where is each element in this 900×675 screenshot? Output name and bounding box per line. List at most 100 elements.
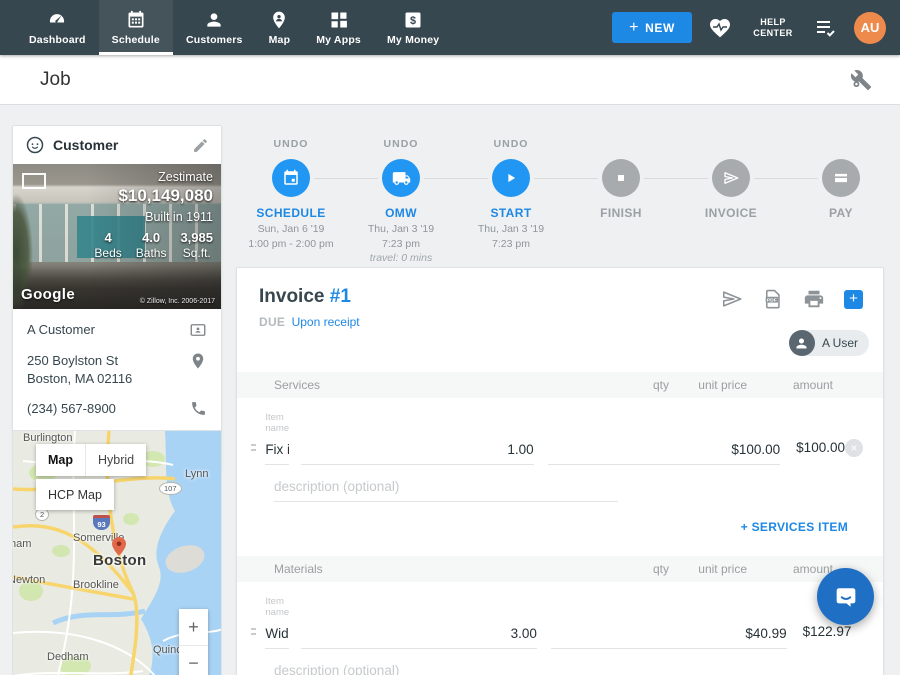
line-amount: $122.97 xyxy=(803,624,852,649)
route-107-shield: 107 xyxy=(159,482,182,495)
hcp-map-button[interactable]: HCP Map xyxy=(36,479,114,510)
sqft-label: Sq.ft. xyxy=(180,246,213,260)
unit-price-column-header: unit price xyxy=(683,562,747,576)
map-type-buttons: Map Hybrid xyxy=(36,444,146,476)
timeline-step-omw: UNDO OMW Thu, Jan 3 '197:23 pmtravel: 0 … xyxy=(346,138,456,266)
chat-fab-button[interactable] xyxy=(817,568,874,625)
map-type-map-button[interactable]: Map xyxy=(36,444,85,476)
finish-step-button[interactable] xyxy=(602,159,640,197)
page-title: Job xyxy=(40,69,71,91)
nav-item-my-apps[interactable]: My Apps xyxy=(303,0,374,55)
section-title: Services xyxy=(274,378,605,392)
timeline-step-schedule: UNDO SCHEDULE Sun, Jan 6 '191:00 pm - 2:… xyxy=(236,138,346,266)
send-invoice-icon[interactable] xyxy=(721,288,743,310)
contact-card-icon[interactable] xyxy=(189,321,207,339)
nav-item-label: Customers xyxy=(186,34,243,46)
main-content: Customer Zestimate $10,149,080 Built in … xyxy=(0,105,900,675)
nav-item-dashboard[interactable]: Dashboard xyxy=(16,0,99,55)
omw-step-button[interactable] xyxy=(382,159,420,197)
nav-item-my-money[interactable]: $ My Money xyxy=(374,0,452,55)
plus-icon: + xyxy=(629,19,639,37)
customer-name-row: A Customer xyxy=(27,321,207,339)
assignee-avatar-icon xyxy=(789,330,815,356)
phone-icon[interactable] xyxy=(190,400,207,417)
step-label: OMW xyxy=(385,206,417,220)
chat-bubble-icon xyxy=(832,583,860,611)
add-invoice-button[interactable]: + xyxy=(844,290,863,309)
task-list-icon[interactable] xyxy=(814,16,838,40)
invoice-number[interactable]: #1 xyxy=(330,286,351,307)
edit-pencil-icon[interactable] xyxy=(192,137,209,154)
streetview-icon[interactable] xyxy=(22,173,46,189)
nav-item-map[interactable]: Map xyxy=(256,0,304,55)
new-button[interactable]: + NEW xyxy=(612,12,692,43)
credit-card-icon xyxy=(832,169,850,187)
schedule-step-button[interactable] xyxy=(272,159,310,197)
add-services-item-link[interactable]: + SERVICES ITEM xyxy=(741,520,848,534)
map-widget[interactable]: Burlington Lynn 107 2 93 Somerville ham … xyxy=(12,430,222,675)
calendar-icon xyxy=(282,169,300,187)
customer-address: 250 Boylston StBoston, MA 02116 xyxy=(27,352,132,387)
map-label-boston: Boston xyxy=(93,552,146,569)
help-center-link[interactable]: HELP CENTER xyxy=(748,17,798,39)
top-nav: Dashboard Schedule Customers Map My Apps… xyxy=(0,0,900,55)
person-pin-icon xyxy=(269,10,289,30)
beds-label: Beds xyxy=(94,246,121,260)
nav-item-label: Schedule xyxy=(112,34,160,46)
customer-info: A Customer 250 Boylston StBoston, MA 021… xyxy=(13,309,221,432)
step-label: PAY xyxy=(829,206,853,220)
amount-column-header: amount xyxy=(763,562,833,576)
svg-text:$: $ xyxy=(410,15,416,27)
unit-price-input[interactable] xyxy=(548,434,781,465)
health-heart-icon[interactable] xyxy=(708,16,732,40)
nav-item-schedule[interactable]: Schedule xyxy=(99,0,173,55)
remove-item-button[interactable]: × xyxy=(845,439,863,465)
timeline-step-finish: FINISH xyxy=(566,138,676,266)
baths-value: 4.0 xyxy=(136,230,167,245)
services-section-header: Services qty unit price amount xyxy=(237,372,883,398)
nav-items: Dashboard Schedule Customers Map My Apps… xyxy=(0,0,452,55)
description-input[interactable] xyxy=(274,655,618,675)
invoice-title: Invoice #1 xyxy=(259,286,351,308)
nav-item-label: My Money xyxy=(387,34,439,46)
user-avatar[interactable]: AU xyxy=(854,12,886,44)
undo-link[interactable]: UNDO xyxy=(384,138,419,151)
due-value-link[interactable]: Upon receipt xyxy=(292,315,360,329)
property-photo: Zestimate $10,149,080 Built in 1911 4Bed… xyxy=(13,164,221,309)
customer-address-row: 250 Boylston StBoston, MA 02116 xyxy=(27,352,207,387)
location-pin-icon[interactable] xyxy=(189,352,207,370)
qty-input[interactable] xyxy=(301,434,534,465)
undo-link[interactable]: UNDO xyxy=(494,138,529,151)
item-name-input[interactable] xyxy=(265,618,289,649)
qty-input[interactable] xyxy=(301,618,537,649)
description-input[interactable] xyxy=(274,471,618,502)
drag-handle[interactable] xyxy=(251,625,256,635)
assignee-chip[interactable]: A User xyxy=(789,330,869,356)
map-label-dedham: Dedham xyxy=(47,651,89,663)
drag-handle[interactable] xyxy=(251,441,256,451)
invoice-actions: PDF + xyxy=(721,288,863,310)
unit-price-input[interactable] xyxy=(551,618,787,649)
nav-item-customers[interactable]: Customers xyxy=(173,0,256,55)
job-tools-icon[interactable] xyxy=(850,69,872,91)
invoice-step-button[interactable] xyxy=(712,159,750,197)
pay-step-button[interactable] xyxy=(822,159,860,197)
timeline-step-invoice: INVOICE xyxy=(676,138,786,266)
material-line-item: Item name $122.97 xyxy=(237,582,883,675)
zoom-in-button[interactable]: + xyxy=(179,609,208,645)
play-icon xyxy=(502,169,520,187)
print-icon[interactable] xyxy=(803,288,825,310)
nav-item-label: My Apps xyxy=(316,34,361,46)
grid-icon xyxy=(329,10,349,30)
pdf-icon[interactable]: PDF xyxy=(762,288,784,310)
item-name-input[interactable] xyxy=(265,434,289,465)
map-type-hybrid-button[interactable]: Hybrid xyxy=(85,444,146,476)
start-step-button[interactable] xyxy=(492,159,530,197)
new-button-label: NEW xyxy=(645,21,675,35)
step-label: SCHEDULE xyxy=(256,206,325,220)
materials-section-header: Materials qty unit price amount xyxy=(237,556,883,582)
zoom-out-button[interactable]: − xyxy=(179,645,208,675)
step-label: INVOICE xyxy=(705,206,757,220)
qty-column-header: qty xyxy=(605,378,669,392)
undo-link[interactable]: UNDO xyxy=(274,138,309,151)
